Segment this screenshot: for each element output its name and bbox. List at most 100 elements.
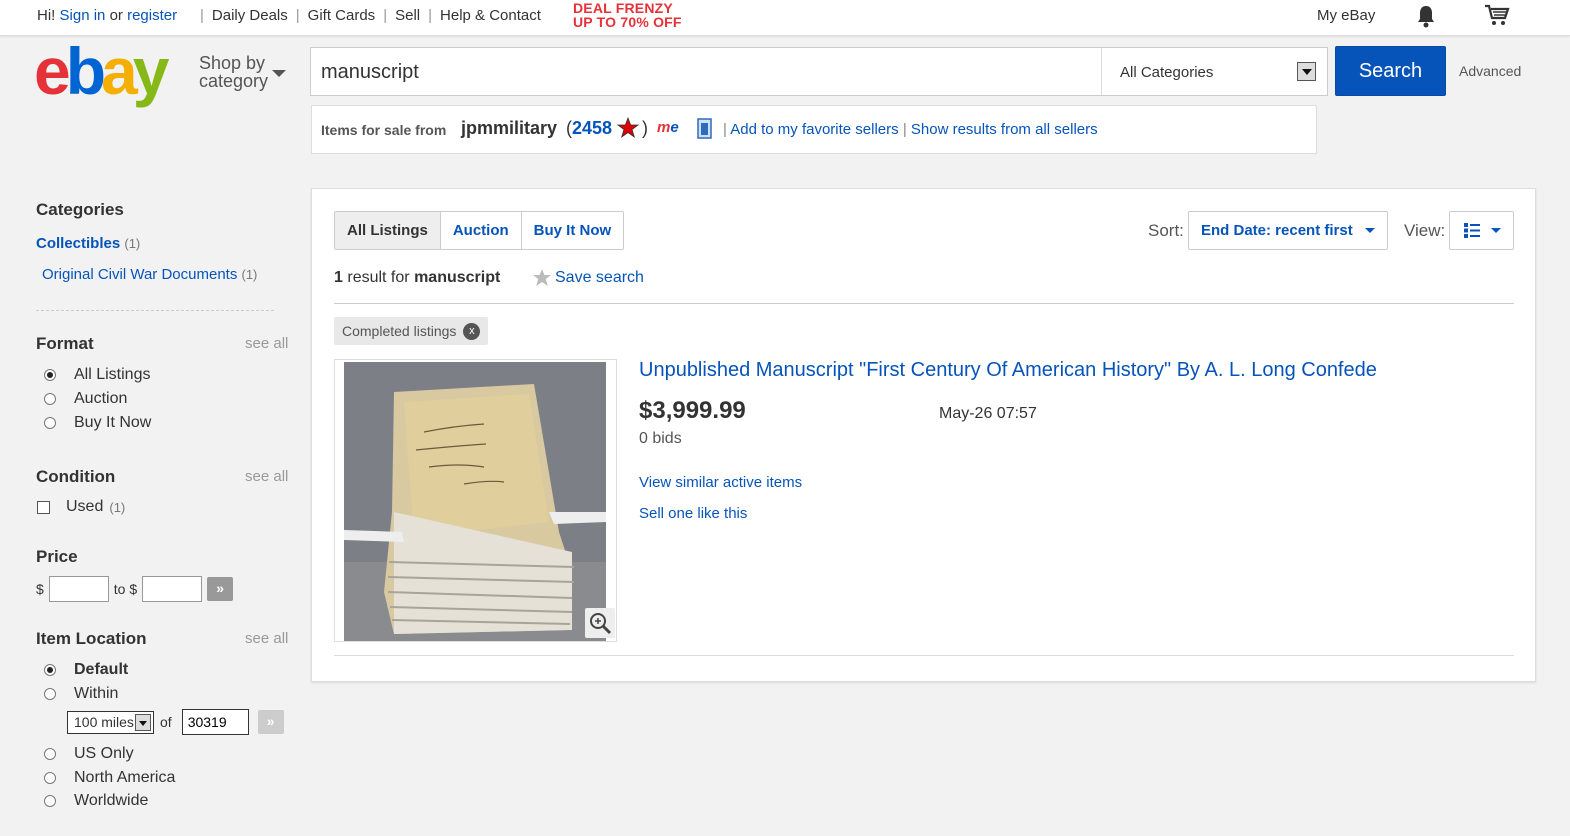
search-box: All Categories <box>310 47 1328 96</box>
seller-label: Items for sale from <box>321 122 447 138</box>
manuscript-photo[interactable] <box>344 362 606 641</box>
ebay-logo[interactable]: ebay <box>34 38 169 104</box>
my-ebay-link[interactable]: My eBay <box>1317 7 1375 24</box>
format-option-auction[interactable]: Auction <box>44 390 127 408</box>
checkbox[interactable] <box>37 500 50 514</box>
condition-option-used[interactable]: Used (1) <box>37 498 125 516</box>
radio[interactable] <box>44 688 56 700</box>
category-select[interactable]: All Categories <box>1101 48 1328 95</box>
max-price-input[interactable] <box>142 576 203 602</box>
separator: | <box>295 7 300 24</box>
seller-name-link[interactable]: jpmmilitary <box>461 118 557 139</box>
top-bar: Hi! Sign in or register | Daily Deals | … <box>0 0 1570 36</box>
categories-heading: Categories <box>36 200 124 219</box>
sell-link[interactable]: Sell <box>395 7 420 24</box>
close-icon[interactable]: x <box>463 322 481 340</box>
save-search-label: Save search <box>555 268 644 286</box>
save-search-link[interactable]: Save search <box>532 268 644 287</box>
tab-buy-it-now[interactable]: Buy It Now <box>520 212 624 249</box>
separator: | <box>428 7 433 24</box>
view-label: View: <box>1404 221 1446 240</box>
search-input[interactable] <box>321 58 1091 86</box>
location-option-within[interactable]: Within <box>44 685 118 703</box>
price-range: $ to $ » <box>36 576 234 602</box>
option-label: Default <box>74 661 129 678</box>
option-label: Auction <box>74 390 128 407</box>
deal-line-2: UP TO 70% OFF <box>573 14 682 30</box>
show-all-sellers-link[interactable]: Show results from all sellers <box>911 121 1098 138</box>
sell-one-like-this-link[interactable]: Sell one like this <box>639 505 747 522</box>
top-links: | Daily Deals | Gift Cards | Sell | Help… <box>192 7 541 24</box>
shop-by-line-1: Shop by <box>199 53 266 73</box>
item-bids: 0 bids <box>639 430 682 447</box>
location-submit-button[interactable]: » <box>257 710 284 734</box>
result-count-text: result for <box>347 269 410 286</box>
condition-count: (1) <box>109 499 126 515</box>
location-option-north-america[interactable]: North America <box>44 769 175 787</box>
location-see-all-link[interactable]: see all <box>245 630 288 647</box>
tab-all-listings[interactable]: All Listings <box>335 212 440 249</box>
within-controls: 100 miles of » <box>67 709 284 735</box>
divider <box>334 303 1514 304</box>
condition-see-all-link[interactable]: see all <box>245 468 288 485</box>
radio[interactable] <box>44 417 56 429</box>
sort-select[interactable]: End Date: recent first <box>1188 211 1388 250</box>
view-select[interactable] <box>1449 211 1514 250</box>
zoom-icon[interactable] <box>585 608 615 638</box>
dropdown-arrow-icon[interactable] <box>1297 62 1316 81</box>
gift-cards-link[interactable]: Gift Cards <box>308 7 376 24</box>
list-view-icon <box>1464 223 1480 238</box>
format-option-buy-it-now[interactable]: Buy It Now <box>44 414 151 432</box>
tab-auction[interactable]: Auction <box>439 212 521 249</box>
cart-icon[interactable] <box>1484 3 1510 27</box>
category-collectibles-label[interactable]: Collectibles <box>36 235 120 252</box>
advanced-search-link[interactable]: Advanced <box>1459 63 1521 79</box>
option-label: Within <box>74 685 119 702</box>
divider <box>36 310 274 311</box>
location-option-default[interactable]: Default <box>44 661 128 679</box>
daily-deals-link[interactable]: Daily Deals <box>212 7 288 24</box>
min-price-input[interactable] <box>48 576 109 602</box>
seller-bar: Items for sale from jpmmilitary (2458 ) … <box>311 105 1317 154</box>
chevron-down-icon[interactable] <box>272 70 286 77</box>
listing-tabs: All Listings Auction Buy It Now <box>334 211 625 250</box>
radio-selected[interactable] <box>44 664 56 676</box>
add-favorite-seller-link[interactable]: Add to my favorite sellers <box>730 121 898 138</box>
search-button[interactable]: Search <box>1335 46 1446 96</box>
view-similar-link[interactable]: View similar active items <box>639 474 802 491</box>
location-option-us-only[interactable]: US Only <box>44 745 134 763</box>
dropdown-arrow-icon[interactable] <box>135 713 151 731</box>
help-contact-link[interactable]: Help & Contact <box>440 7 541 24</box>
me-page-icon[interactable]: me <box>657 119 679 136</box>
deal-frenzy-banner[interactable]: DEAL FRENZY UP TO 70% OFF <box>573 1 682 29</box>
star-icon <box>533 269 551 286</box>
bell-icon[interactable] <box>1415 4 1437 28</box>
item-thumbnail[interactable] <box>334 359 617 642</box>
item-title-link[interactable]: Unpublished Manuscript "First Century Of… <box>639 359 1377 382</box>
option-label: Used <box>66 498 104 515</box>
of-label: of <box>160 714 172 730</box>
radio[interactable] <box>44 748 56 760</box>
miles-select[interactable]: 100 miles <box>67 710 154 734</box>
or-text: or <box>109 7 123 24</box>
item-location-heading: Item Location <box>36 629 147 648</box>
sign-in-link[interactable]: Sign in <box>60 7 106 24</box>
greeting-text: Hi! <box>37 7 56 24</box>
price-submit-button[interactable]: » <box>207 577 234 601</box>
store-door-icon[interactable] <box>697 117 712 139</box>
radio-selected[interactable] <box>44 369 56 381</box>
zip-input[interactable] <box>181 709 249 735</box>
category-civil-war-documents[interactable]: Original Civil War Documents (1) <box>42 266 257 283</box>
radio[interactable] <box>44 393 56 405</box>
feedback-score[interactable]: 2458 <box>572 118 612 138</box>
category-civil-war-label[interactable]: Original Civil War Documents <box>42 266 237 283</box>
radio[interactable] <box>44 772 56 784</box>
category-collectibles[interactable]: Collectibles (1) <box>36 235 140 252</box>
shop-by-category-button[interactable]: Shop by category <box>199 54 268 90</box>
radio[interactable] <box>44 795 56 807</box>
location-option-worldwide[interactable]: Worldwide <box>44 792 148 810</box>
separator: | <box>200 7 204 24</box>
format-see-all-link[interactable]: see all <box>245 335 288 352</box>
format-option-all-listings[interactable]: All Listings <box>44 366 150 384</box>
register-link[interactable]: register <box>127 7 177 24</box>
